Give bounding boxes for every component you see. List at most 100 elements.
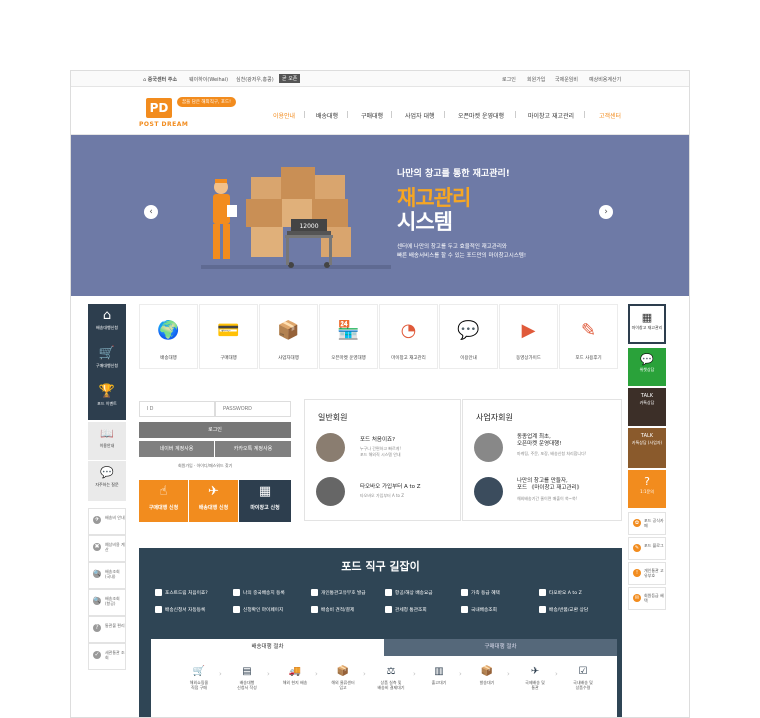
plane-icon: ✈	[208, 484, 219, 499]
logo-text[interactable]: POST DREAM	[139, 121, 188, 128]
guide-link[interactable]: 국내배송조회	[461, 606, 497, 613]
guide-link[interactable]: 항공/해상 배송요금	[385, 589, 433, 596]
kakao-login-button[interactable]: 카카오톡 계정사용	[215, 441, 291, 457]
nav-warehouse[interactable]: 마이창고 재고관리	[528, 111, 574, 120]
general-item-2-title[interactable]: 타오바오 가입부터 A to Z	[360, 484, 421, 491]
warehouse-apply-button[interactable]: ▦ 마이창고 신청	[239, 480, 291, 522]
video-icon: ▶	[521, 320, 536, 341]
guide-link[interactable]: 개인통관고유부호 발급	[311, 589, 366, 596]
general-item-1-title[interactable]: 포드 처음이죠?	[360, 437, 395, 444]
signup-link[interactable]: 회원가입	[527, 76, 545, 83]
meeting-image	[474, 433, 503, 462]
chat-icon: 💬	[100, 466, 114, 479]
guide-link[interactable]: 관세청 통관조회	[385, 606, 427, 613]
warehouse-illustration: 12000	[201, 167, 391, 269]
guide-quick[interactable]: 📖 이용안내	[88, 422, 126, 460]
service-purchase[interactable]: 💳 구매대행	[199, 304, 258, 369]
tab-purchase-procedure[interactable]: 구매대행 절차	[384, 639, 617, 656]
warehouse-quick[interactable]: ▦ 마이창고 재고관리	[628, 304, 666, 344]
guide-link[interactable]: 가족 등급 혜택	[461, 589, 500, 596]
guide-link[interactable]: 포스트드림 처음이죠?	[155, 589, 208, 596]
blog-icon: ✎	[633, 544, 641, 552]
warehouse-image	[474, 477, 503, 506]
business-item-1-title[interactable]: 동종업계 최초, 오픈마켓 운영대행!	[517, 434, 561, 448]
faq-quick[interactable]: 💬 자주하는 질문	[88, 461, 126, 501]
nav-purchase[interactable]: 구매대행	[361, 111, 383, 120]
service-business[interactable]: 📦 사업자대행	[259, 304, 318, 369]
customs-code-link[interactable]: ! 개인통관 고유부호	[628, 562, 666, 585]
banner-prev-button[interactable]: ‹	[144, 205, 158, 219]
banner-next-button[interactable]: ›	[599, 205, 613, 219]
shipping-fee-link[interactable]: ✈ 배송비 안내	[88, 508, 126, 535]
port-image	[316, 433, 345, 462]
talk-icon: TALK	[640, 393, 654, 399]
air-tracking-link[interactable]: 🔍 배송조회 (항공)	[88, 589, 126, 616]
kakao-business-quick[interactable]: TALK 카톡상담 (사업자)	[628, 428, 666, 468]
event-quick[interactable]: 🏆 포드 이벤트	[88, 380, 126, 420]
wechat-icon: 💬	[640, 353, 654, 366]
id-input[interactable]	[139, 401, 215, 417]
guide-link[interactable]: 배송신청서 자동등록	[155, 606, 205, 613]
service-guide[interactable]: 💬 이용안내	[439, 304, 498, 369]
shenzhen-link[interactable]: 심천(광저우,홍콩)	[236, 76, 274, 83]
logo-mark[interactable]: PD	[146, 98, 172, 118]
nav-business[interactable]: 사업자 대행	[405, 111, 435, 120]
weihai-link[interactable]: 웨이하이(Weihai)	[189, 76, 228, 83]
nav-customer-center[interactable]: 고객센터	[599, 111, 621, 120]
business-item-2-title[interactable]: 나만의 창고를 만들자, 포드 《마이창고 재고관리》	[517, 478, 582, 492]
domestic-tracking-link[interactable]: 🔍 배송조회 (국내)	[88, 562, 126, 589]
inquiry-quick[interactable]: ? 1:1문의	[628, 470, 666, 508]
service-video[interactable]: ▶ 동영상가이드	[499, 304, 558, 369]
cafe-link[interactable]: ✿ 포드 공식카페	[628, 512, 666, 535]
cost-estimate-link[interactable]: ✖ 예상비용 계산	[88, 535, 126, 562]
password-input[interactable]	[215, 401, 291, 417]
plane-icon: ✈	[530, 666, 540, 677]
tab-shipping-procedure[interactable]: 배송대행 절차	[151, 639, 384, 656]
pie-chart-icon: ◔	[400, 320, 417, 341]
guide-link[interactable]: 나의 중국배송지 등록	[233, 589, 285, 596]
customs-check-link[interactable]: ✓ 세관통관 조회	[88, 643, 126, 670]
service-openmarket[interactable]: 🏪 오픈마켓 운영대행	[319, 304, 378, 369]
purchase-apply-button[interactable]: ☝ 구매대행 신청	[139, 480, 188, 522]
nav-guide[interactable]: 이용안내	[273, 111, 295, 120]
account-links: 회원가입 · 아이디/패스워드 찾기	[178, 463, 233, 468]
step-item: ✈ 국제배송 및 통관	[513, 666, 557, 690]
login-link[interactable]: 로그인	[502, 76, 516, 83]
naver-login-button[interactable]: 네이버 계정사용	[139, 441, 215, 457]
question-icon: ?	[93, 624, 101, 632]
help-icon: 💬	[457, 320, 480, 341]
business-member-box: 사업자회원 동종업계 최초, 오픈마켓 운영대행! 마케팅, 주문, 포장, 배송…	[462, 399, 622, 521]
check-icon: ✓	[93, 651, 101, 659]
kakao-quick[interactable]: TALK 카톡상담	[628, 388, 666, 426]
service-warehouse[interactable]: ◔ 마이창고 재고관리	[379, 304, 438, 369]
alert-icon: !	[633, 569, 641, 577]
guide-link[interactable]: 배송비 견적/결제	[311, 606, 354, 613]
trophy-icon: 🏆	[98, 384, 116, 399]
card-icon: 💳	[217, 320, 240, 341]
service-shipping[interactable]: 🌍 배송대행	[139, 304, 198, 369]
procedure-steps: 🛒 해외쇼핑몰 직접 구매 › ▤ 배송대행 신청서 작성 › 🚚 해외 현지 배송 › …	[151, 656, 617, 717]
join-link[interactable]: 회원가입	[178, 463, 193, 468]
guide-link[interactable]: 배송/반품/교환 상담	[539, 606, 588, 613]
service-review[interactable]: ✎ 포드 사용후기	[559, 304, 618, 369]
nav-shipping[interactable]: 배송대행	[316, 111, 338, 120]
member-grade-link[interactable]: ✉ 회원등급 혜택	[628, 587, 666, 610]
customs-info-link[interactable]: ? 통관불 편리	[88, 616, 126, 643]
search-icon: 🔍	[93, 570, 101, 578]
hero-banner: ‹ › 12000 나만의 창고를 통한 재고관리! 재고관리 시스템 센터에 …	[71, 135, 689, 296]
purchase-apply-quick[interactable]: 🛒 구매대행신청	[88, 342, 126, 380]
nav-openmarket[interactable]: 오픈마켓 운영대행	[458, 111, 504, 120]
blog-link[interactable]: ✎ 포드 블로그	[628, 537, 666, 560]
find-account-link[interactable]: 아이디/패스워드 찾기	[197, 463, 233, 468]
shipping-rate-link[interactable]: 국제운임비	[555, 76, 578, 83]
wechat-quick[interactable]: 💬 위챗상담	[628, 348, 666, 386]
top-bar: ⌂ 중국센터 주소 웨이하이(Weihai) 심천(광저우,홍콩) 곧 오픈 로…	[71, 71, 689, 87]
login-button[interactable]: 로그인	[139, 422, 291, 438]
shelf-icon: ▥	[434, 666, 444, 677]
guide-link[interactable]: 신청확인 마이페이지	[233, 606, 283, 613]
shipping-apply-quick[interactable]: ⌂ 배송대행신청	[88, 304, 126, 342]
cost-calculator-link[interactable]: 예상비용계산기	[589, 76, 621, 83]
guide-link[interactable]: 타오바오 A to Z	[539, 589, 582, 596]
step-item: ▥ 출고대기	[417, 666, 461, 685]
shipping-apply-button[interactable]: ✈ 배송대행 신청	[189, 480, 238, 522]
